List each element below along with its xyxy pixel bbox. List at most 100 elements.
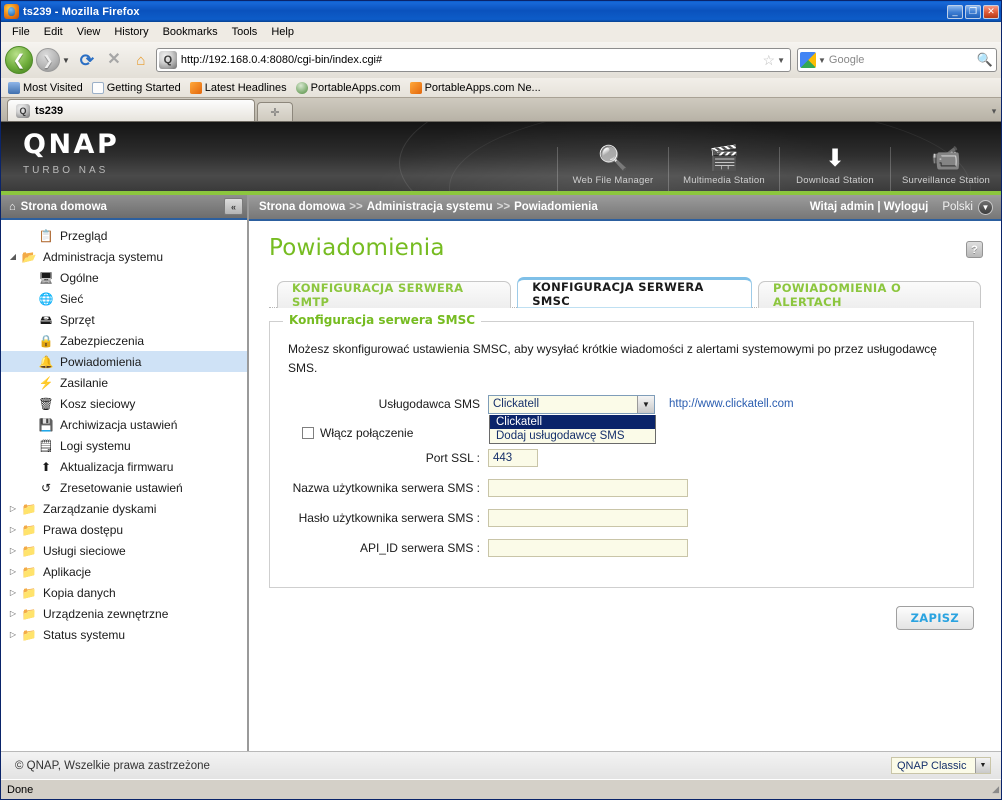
sidebar-item-archiwizacja-ustawien[interactable]: 💾 Archiwizacja ustawień	[1, 414, 247, 435]
close-button[interactable]: ✕	[983, 4, 999, 19]
navigation-toolbar: ❮ ❯ ▼ ⟳ ✕ ⌂ http://192.168.0.4:8080/cgi-…	[1, 42, 1001, 78]
theme-select[interactable]: QNAP Classic ▼	[891, 757, 991, 774]
reload-icon[interactable]: ⟳	[75, 48, 99, 72]
resize-grip-icon[interactable]: ◢	[992, 784, 999, 795]
provider-website-link[interactable]: http://www.clickatell.com	[669, 398, 794, 410]
url-bar[interactable]: http://192.168.0.4:8080/cgi-bin/index.cg…	[155, 48, 791, 72]
chevron-down-icon[interactable]: ▼	[637, 395, 654, 413]
sidebar-item-prawa-dostepu[interactable]: ▷ 📁 Prawa dostępu	[1, 519, 247, 540]
sms-provider-select[interactable]: Clickatell ▼ Clickatell Dodaj usługodawc…	[488, 394, 656, 444]
bookmark-most-visited[interactable]: Most Visited	[6, 81, 88, 95]
sidebar-item-logi-systemu[interactable]: 🗒 Logi systemu	[1, 435, 247, 456]
twisty-icon[interactable]: ▷	[6, 588, 20, 597]
sidebar-item-zarzadzanie-dyskami[interactable]: ▷ 📁 Zarządzanie dyskami	[1, 498, 247, 519]
sidebar-tree: 📋 Przegląd ◢ 📂 Administracja systemu 🖥 O…	[1, 220, 247, 751]
save-button[interactable]: ZAPISZ	[895, 606, 974, 631]
bookmark-portableapps[interactable]: PortableApps.com	[294, 81, 406, 95]
menu-help[interactable]: Help	[264, 24, 301, 40]
sms-provider-dropdown: Clickatell Dodaj usługodawcę SMS	[489, 414, 656, 444]
twisty-icon[interactable]: ◢	[6, 252, 20, 261]
sidebar-item-kosz-sieciowy[interactable]: 🗑 Kosz sieciowy	[1, 393, 247, 414]
menu-history[interactable]: History	[107, 24, 155, 40]
sidebar-item-urzadzenia-zewnetrzne[interactable]: ▷ 📁 Urządzenia zewnętrzne	[1, 603, 247, 624]
search-input[interactable]: Google	[829, 54, 977, 66]
twisty-icon[interactable]: ▷	[6, 630, 20, 639]
minimize-button[interactable]: _	[947, 4, 963, 19]
sidebar-item-kopia-danych[interactable]: ▷ 📁 Kopia danych	[1, 582, 247, 603]
menu-file[interactable]: File	[5, 24, 37, 40]
menu-view[interactable]: View	[70, 24, 108, 40]
twisty-icon[interactable]: ▷	[6, 567, 20, 576]
sidebar-item-zresetowanie-ustawien[interactable]: ↺ Zresetowanie ustawień	[1, 477, 247, 498]
sidebar-item-uslugi-sieciowe[interactable]: ▷ 📁 Usługi sieciowe	[1, 540, 247, 561]
sidebar-item-powiadomienia[interactable]: 🔔 Powiadomienia	[1, 351, 247, 372]
list-all-tabs-icon[interactable]: ▾	[987, 106, 1001, 121]
sidebar-item-administracja-systemu[interactable]: ◢ 📂 Administracja systemu	[1, 246, 247, 267]
new-tab-button[interactable]: ✛	[257, 102, 293, 121]
history-dropdown-icon[interactable]: ▼	[62, 56, 70, 65]
enable-connection-checkbox[interactable]	[302, 427, 314, 440]
stop-icon[interactable]: ✕	[102, 48, 126, 72]
station-download[interactable]: ⬇ Download Station	[779, 147, 890, 191]
dropdown-option-clickatell[interactable]: Clickatell	[490, 414, 655, 429]
collapse-sidebar-button[interactable]: «	[224, 198, 243, 215]
sms-username-input[interactable]	[488, 479, 688, 498]
sms-password-input[interactable]	[488, 509, 688, 528]
sidebar-item-aplikacje[interactable]: ▷ 📁 Aplikacje	[1, 561, 247, 582]
maximize-button[interactable]: ❐	[965, 4, 981, 19]
search-engine-dropdown-icon[interactable]: ▼	[818, 56, 829, 65]
status-bar: Done ◢	[1, 779, 1001, 799]
sms-apiid-input[interactable]	[488, 539, 688, 558]
sidebar-item-siec[interactable]: 🌐 Sieć	[1, 288, 247, 309]
site-favicon	[158, 51, 177, 69]
sidebar-item-label: Ogólne	[60, 270, 99, 285]
url-dropdown-icon[interactable]: ▼	[777, 56, 788, 65]
breadcrumb-home[interactable]: Strona domowa	[259, 201, 345, 213]
twisty-icon[interactable]: ▷	[6, 609, 20, 618]
breadcrumb-separator: >>	[496, 201, 511, 213]
sidebar-item-zasilanie[interactable]: ⚡ Zasilanie	[1, 372, 247, 393]
twisty-icon[interactable]: ▷	[6, 504, 20, 513]
home-icon[interactable]: ⌂	[129, 48, 153, 72]
language-selector[interactable]: Polski ▼	[942, 199, 993, 215]
user-greeting[interactable]: Witaj admin | Wyloguj	[810, 201, 929, 213]
help-icon[interactable]: ?	[966, 241, 983, 258]
sidebar-item-sprzet[interactable]: 🖴 Sprzęt	[1, 309, 247, 330]
bookmark-getting-started[interactable]: Getting Started	[90, 81, 186, 95]
bookmark-latest-headlines[interactable]: Latest Headlines	[188, 81, 292, 95]
tab-smtp-server[interactable]: KONFIGURACJA SERWERA SMTP	[277, 281, 512, 309]
hardware-icon: 🖴	[39, 312, 53, 327]
search-icon[interactable]: 🔍	[977, 52, 993, 68]
url-text[interactable]: http://192.168.0.4:8080/cgi-bin/index.cg…	[181, 54, 761, 66]
menu-bookmarks[interactable]: Bookmarks	[156, 24, 225, 40]
bookmark-portableapps-news[interactable]: PortableApps.com Ne...	[408, 81, 546, 95]
browser-tab-ts239[interactable]: ts239	[7, 99, 255, 121]
sidebar-item-ogolne[interactable]: 🖥 Ogólne	[1, 267, 247, 288]
tab-alert-notifications[interactable]: POWIADOMIENIA O ALERTACH	[758, 281, 981, 309]
station-label: Download Station	[796, 175, 874, 186]
menu-tools[interactable]: Tools	[225, 24, 265, 40]
twisty-icon[interactable]: ▷	[6, 546, 20, 555]
station-multimedia[interactable]: 🎬 Multimedia Station	[668, 147, 779, 191]
station-web-file-manager[interactable]: 🔍 Web File Manager	[557, 147, 668, 191]
browser-tab-label: ts239	[35, 104, 64, 117]
tab-smsc-server[interactable]: KONFIGURACJA SERWERA SMSC	[517, 277, 753, 308]
sidebar-item-przeglad[interactable]: 📋 Przegląd	[1, 225, 247, 246]
sms-username-row: Nazwa użytkownika serwera SMS :	[288, 475, 955, 501]
station-surveillance[interactable]: 📹 Surveillance Station	[890, 147, 1001, 191]
sms-username-label: Nazwa użytkownika serwera SMS :	[292, 481, 480, 496]
forward-icon[interactable]: ❯	[36, 48, 60, 72]
menu-edit[interactable]: Edit	[37, 24, 70, 40]
sidebar-item-zabezpieczenia[interactable]: 🔒 Zabezpieczenia	[1, 330, 247, 351]
search-box[interactable]: ▼ Google 🔍	[797, 48, 997, 72]
back-icon[interactable]: ❮	[5, 46, 33, 74]
chevron-down-icon: ▼	[978, 199, 993, 215]
sidebar-item-status-systemu[interactable]: ▷ 📁 Status systemu	[1, 624, 247, 645]
twisty-icon[interactable]: ▷	[6, 525, 20, 534]
sidebar-item-aktualizacja-firmwaru[interactable]: ⬆ Aktualizacja firmwaru	[1, 456, 247, 477]
sidebar-item-label: Zasilanie	[60, 375, 109, 390]
bookmark-star-icon[interactable]: ☆	[761, 52, 778, 69]
breadcrumb-section[interactable]: Administracja systemu	[367, 201, 493, 213]
ssl-port-input[interactable]: 443	[488, 449, 538, 468]
dropdown-option-add-provider[interactable]: Dodaj usługodawcę SMS	[490, 429, 655, 443]
